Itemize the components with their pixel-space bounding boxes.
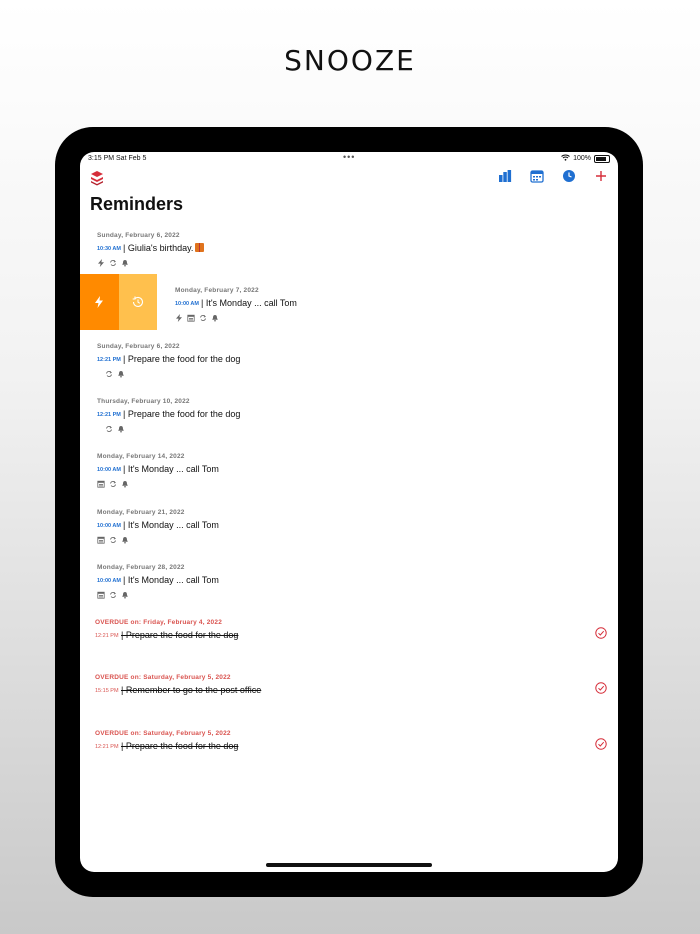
reminder-icons (97, 480, 129, 488)
reminder-title-text: | Giulia's birthday. (123, 243, 194, 253)
overdue-row[interactable]: OVERDUE on: Friday, February 4, 2022 12:… (80, 619, 618, 671)
reminder-title: | Prepare the food for the dog (123, 354, 241, 364)
reminder-title: | It's Monday ... call Tom (123, 520, 219, 530)
reminder-row[interactable]: Sunday, February 6, 2022 12:21 PM | Prep… (80, 343, 618, 395)
reminder-date: Sunday, February 6, 2022 (97, 232, 180, 239)
lightning-icon (176, 314, 182, 322)
reminder-time: 12:21 PM (97, 412, 121, 418)
complete-check-icon[interactable] (595, 627, 607, 639)
reminder-icons (175, 314, 219, 322)
reminder-time: 10:00 AM (175, 301, 199, 307)
reminder-date: Monday, February 14, 2022 (97, 453, 185, 460)
reminder-row[interactable]: Sunday, February 6, 2022 10:30 AM | Giul… (80, 232, 618, 284)
wifi-icon (561, 154, 570, 163)
overdue-row[interactable]: OVERDUE on: Saturday, February 5, 2022 1… (80, 730, 618, 782)
reminder-title: | Giulia's birthday. (123, 243, 205, 253)
reminder-time: 10:30 AM (97, 246, 121, 252)
status-bar: 3:15 PM Sat Feb 5 ••• 100% (80, 152, 618, 166)
reminder-content: OVERDUE on: Saturday, February 5, 2022 1… (95, 674, 595, 726)
battery-icon (594, 154, 610, 163)
reminder-content: Sunday, February 6, 2022 10:30 AM | Giul… (97, 232, 597, 284)
reminder-date: Thursday, February 10, 2022 (97, 398, 190, 405)
multitasking-dots[interactable]: ••• (343, 152, 355, 162)
bell-icon (212, 315, 218, 322)
repeat-icon (110, 537, 116, 543)
reminder-date: Monday, February 21, 2022 (97, 509, 185, 516)
reminder-content: Monday, February 7, 2022 10:00 AM | It's… (175, 287, 618, 339)
reminder-row[interactable]: Monday, February 14, 2022 10:00 AM | It'… (80, 453, 618, 505)
reminder-time: 10:00 AM (97, 523, 121, 529)
bell-icon (118, 426, 124, 433)
clock-icon[interactable] (562, 169, 576, 183)
reminder-title: | It's Monday ... call Tom (123, 575, 219, 585)
battery-percent: 100% (573, 155, 591, 162)
overdue-date: OVERDUE on: Saturday, February 5, 2022 (95, 674, 231, 681)
bell-icon (122, 592, 128, 599)
gift-icon (195, 243, 205, 252)
reminder-time: 15:15 PM (95, 688, 119, 694)
reminder-row[interactable]: Monday, February 28, 2022 10:00 AM | It'… (80, 564, 618, 616)
complete-check-icon[interactable] (595, 682, 607, 694)
page-title: Reminders (90, 194, 184, 214)
reminder-row[interactable]: Monday, February 21, 2022 10:00 AM | It'… (80, 509, 618, 561)
repeat-icon (200, 315, 206, 321)
reminder-icons (105, 425, 125, 433)
calendar-icon (97, 480, 105, 488)
bell-icon (122, 481, 128, 488)
reminder-content: Thursday, February 10, 2022 12:21 PM | P… (97, 398, 597, 450)
stats-icon[interactable] (498, 169, 512, 183)
reminder-title: | It's Monday ... call Tom (123, 464, 219, 474)
reminder-icons (97, 536, 129, 544)
overdue-date: OVERDUE on: Friday, February 4, 2022 (95, 619, 223, 626)
reminder-time: 12:21 PM (95, 633, 119, 639)
reminder-date: Monday, February 7, 2022 (175, 287, 259, 294)
reminder-title: | Remember to go to the post office (121, 685, 262, 695)
app-screen: 3:15 PM Sat Feb 5 ••• 100% Reminders Sun… (80, 152, 618, 872)
add-icon[interactable] (594, 169, 608, 183)
reminder-content: Monday, February 14, 2022 10:00 AM | It'… (97, 453, 597, 505)
calendar-icon (97, 536, 105, 544)
repeat-icon (110, 481, 116, 487)
reminder-title: | It's Monday ... call Tom (201, 298, 297, 308)
reminder-icons (97, 591, 129, 599)
repeat-icon (106, 371, 112, 377)
overdue-date: OVERDUE on: Saturday, February 5, 2022 (95, 730, 231, 737)
reminder-icons (105, 370, 125, 378)
complete-check-icon[interactable] (595, 738, 607, 750)
calendar-icon (97, 591, 105, 599)
lightning-icon (98, 259, 104, 267)
reminder-content: Sunday, February 6, 2022 12:21 PM | Prep… (97, 343, 597, 395)
reminder-content: Monday, February 28, 2022 10:00 AM | It'… (97, 564, 597, 616)
bell-icon (122, 260, 128, 267)
reminder-time: 12:21 PM (95, 744, 119, 750)
reminder-row-swiped[interactable]: Monday, February 7, 2022 10:00 AM | It's… (80, 287, 618, 339)
bell-icon (122, 537, 128, 544)
repeat-icon (110, 592, 116, 598)
status-time: 3:15 PM Sat Feb 5 (88, 155, 147, 162)
app-logo-icon[interactable] (90, 170, 104, 186)
home-indicator[interactable] (266, 863, 432, 867)
headline: SNOOZE (284, 44, 416, 77)
reminder-title: | Prepare the food for the dog (121, 741, 239, 751)
reminder-date: Sunday, February 6, 2022 (97, 343, 180, 350)
calendar-icon[interactable] (530, 169, 544, 183)
reminder-title: | Prepare the food for the dog (121, 630, 239, 640)
overdue-row[interactable]: OVERDUE on: Saturday, February 5, 2022 1… (80, 674, 618, 726)
toolbar (498, 169, 608, 183)
repeat-icon (106, 426, 112, 432)
bell-icon (118, 371, 124, 378)
reminder-content: OVERDUE on: Saturday, February 5, 2022 1… (95, 730, 595, 782)
reminder-time: 12:21 PM (97, 357, 121, 363)
calendar-icon (187, 314, 195, 322)
repeat-icon (110, 260, 116, 266)
reminder-content: OVERDUE on: Friday, February 4, 2022 12:… (95, 619, 595, 671)
reminder-content: Monday, February 21, 2022 10:00 AM | It'… (97, 509, 597, 561)
reminder-time: 10:00 AM (97, 578, 121, 584)
status-right: 100% (561, 154, 610, 163)
reminder-date: Monday, February 28, 2022 (97, 564, 185, 571)
reminder-icons (97, 259, 129, 267)
reminder-title: | Prepare the food for the dog (123, 409, 241, 419)
reminder-row[interactable]: Thursday, February 10, 2022 12:21 PM | P… (80, 398, 618, 450)
reminder-time: 10:00 AM (97, 467, 121, 473)
